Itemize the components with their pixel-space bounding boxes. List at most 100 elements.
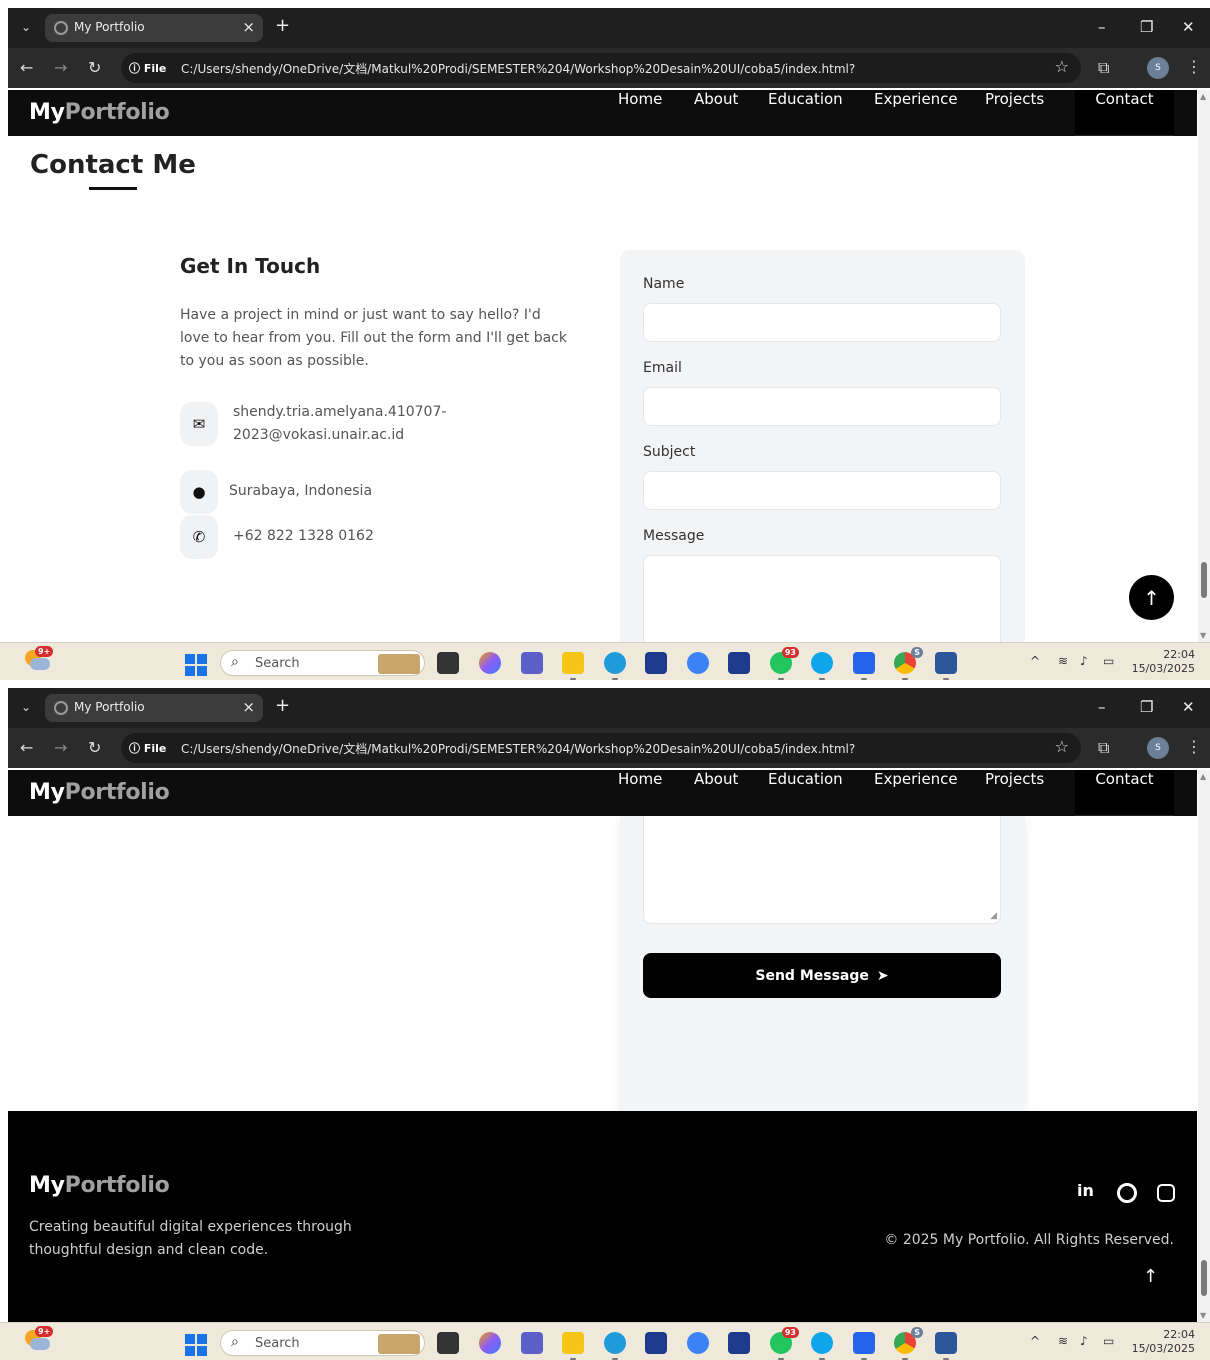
- site-logo[interactable]: MyPortfolio: [29, 100, 170, 125]
- nav-education[interactable]: Education: [768, 90, 843, 136]
- teams-icon[interactable]: [521, 1332, 543, 1354]
- app-icon[interactable]: [687, 652, 709, 674]
- minimize-icon[interactable]: –: [1098, 16, 1106, 38]
- wifi-icon[interactable]: ≋: [1058, 1334, 1068, 1348]
- battery-icon[interactable]: ▭: [1103, 1334, 1114, 1348]
- nav-projects[interactable]: Projects: [985, 90, 1044, 136]
- weather-widget-icon[interactable]: 9+: [25, 646, 54, 672]
- windows-start-icon[interactable]: [185, 654, 207, 676]
- scroll-thumb[interactable]: [1201, 562, 1207, 598]
- instagram-icon[interactable]: [1157, 1184, 1175, 1202]
- subject-input[interactable]: [643, 471, 1001, 510]
- tab-search-chevron-icon[interactable]: ⌄: [18, 19, 34, 35]
- tray-chevron-icon[interactable]: ^: [1030, 1334, 1040, 1348]
- tab-close-icon[interactable]: ×: [242, 698, 255, 716]
- file-explorer-icon[interactable]: [562, 1332, 584, 1360]
- vscode-icon[interactable]: [853, 1332, 875, 1360]
- taskbar-search[interactable]: ⌕ Search: [220, 650, 425, 676]
- linkedin-icon[interactable]: in: [1077, 1181, 1094, 1200]
- extensions-icon[interactable]: ⧉: [1098, 738, 1109, 758]
- nav-education[interactable]: Education: [768, 770, 843, 816]
- send-message-button[interactable]: Send Message ➤: [643, 953, 1001, 998]
- url-text[interactable]: C:/Users/shendy/OneDrive/文档/Matkul%20Pro…: [181, 60, 855, 77]
- page-scrollbar[interactable]: ▲ ▼: [1198, 90, 1210, 642]
- teams-icon[interactable]: [521, 652, 543, 674]
- whatsapp-icon[interactable]: 93: [770, 647, 799, 680]
- star-icon[interactable]: ☆: [1055, 57, 1069, 76]
- scroll-thumb[interactable]: [1201, 1260, 1207, 1296]
- edge-icon[interactable]: [604, 1332, 626, 1360]
- profile-avatar[interactable]: S: [1147, 57, 1169, 79]
- restore-icon[interactable]: ❐: [1140, 16, 1153, 38]
- copilot-icon[interactable]: [479, 652, 501, 674]
- file-explorer-icon[interactable]: [562, 652, 584, 680]
- word-icon[interactable]: [935, 652, 957, 680]
- reload-icon[interactable]: ↻: [88, 738, 101, 758]
- app-icon[interactable]: [687, 1332, 709, 1354]
- footer-logo[interactable]: MyPortfolio: [29, 1173, 170, 1198]
- nav-experience[interactable]: Experience: [874, 770, 958, 816]
- file-info-label[interactable]: ⓘ File: [129, 740, 166, 756]
- cloud-app-icon[interactable]: [811, 1332, 833, 1360]
- l-app-icon[interactable]: [728, 1332, 750, 1354]
- weather-widget-icon[interactable]: 9+: [25, 1326, 54, 1352]
- taskbar-search[interactable]: ⌕ Search: [220, 1330, 425, 1356]
- l-app-icon[interactable]: [728, 652, 750, 674]
- chrome-icon[interactable]: S: [894, 647, 923, 680]
- name-input[interactable]: [643, 303, 1001, 342]
- wifi-icon[interactable]: ≋: [1058, 654, 1068, 668]
- chrome-icon[interactable]: S: [894, 1327, 923, 1360]
- page-scrollbar[interactable]: ▲ ▼: [1198, 770, 1210, 1322]
- scroll-up-arrow-icon[interactable]: ▲: [1200, 92, 1206, 101]
- new-tab-button[interactable]: +: [275, 696, 290, 716]
- message-textarea[interactable]: ◢: [643, 816, 1001, 924]
- minimize-icon[interactable]: –: [1098, 696, 1106, 718]
- arrow-up-icon[interactable]: ↑: [1143, 1266, 1158, 1287]
- tab-close-icon[interactable]: ×: [242, 18, 255, 36]
- new-tab-button[interactable]: +: [275, 16, 290, 36]
- more-menu-icon[interactable]: ⋮: [1186, 57, 1202, 76]
- clock[interactable]: 22:04 15/03/2025: [1131, 1328, 1195, 1356]
- nav-home[interactable]: Home: [618, 90, 662, 136]
- url-field[interactable]: ⓘ File C:/Users/shendy/OneDrive/文档/Matku…: [121, 733, 1081, 763]
- scroll-down-arrow-icon[interactable]: ▼: [1200, 631, 1206, 640]
- volume-icon[interactable]: ♪: [1080, 1334, 1088, 1348]
- store-icon[interactable]: [645, 1332, 667, 1354]
- nav-contact[interactable]: Contact: [1075, 770, 1174, 816]
- nav-projects[interactable]: Projects: [985, 770, 1044, 816]
- nav-about[interactable]: About: [694, 770, 738, 816]
- whatsapp-icon[interactable]: 93: [770, 1327, 799, 1360]
- forward-icon[interactable]: →: [54, 58, 67, 78]
- forward-icon[interactable]: →: [54, 738, 67, 758]
- browser-tab[interactable]: My Portfolio ×: [45, 694, 263, 722]
- browser-tab[interactable]: My Portfolio ×: [45, 14, 263, 42]
- reload-icon[interactable]: ↻: [88, 58, 101, 78]
- tray-chevron-icon[interactable]: ^: [1030, 654, 1040, 668]
- scroll-up-arrow-icon[interactable]: ▲: [1200, 772, 1206, 781]
- restore-icon[interactable]: ❐: [1140, 696, 1153, 718]
- profile-avatar[interactable]: S: [1147, 737, 1169, 759]
- url-field[interactable]: ⓘ File C:/Users/shendy/OneDrive/文档/Matku…: [121, 53, 1081, 83]
- file-info-label[interactable]: ⓘ File: [129, 60, 166, 76]
- github-icon[interactable]: [1117, 1183, 1137, 1203]
- back-icon[interactable]: ←: [20, 58, 33, 78]
- scroll-down-arrow-icon[interactable]: ▼: [1200, 1311, 1206, 1320]
- site-logo[interactable]: MyPortfolio: [29, 780, 170, 805]
- clock[interactable]: 22:04 15/03/2025: [1131, 648, 1195, 676]
- url-text[interactable]: C:/Users/shendy/OneDrive/文档/Matkul%20Pro…: [181, 740, 855, 757]
- back-to-top-button[interactable]: ↑: [1129, 575, 1174, 620]
- volume-icon[interactable]: ♪: [1080, 654, 1088, 668]
- task-view-icon[interactable]: [437, 652, 459, 674]
- cloud-app-icon[interactable]: [811, 652, 833, 680]
- store-icon[interactable]: [645, 652, 667, 674]
- tab-search-chevron-icon[interactable]: ⌄: [18, 699, 34, 715]
- nav-home[interactable]: Home: [618, 770, 662, 816]
- task-view-icon[interactable]: [437, 1332, 459, 1354]
- windows-start-icon[interactable]: [185, 1334, 207, 1356]
- close-window-icon[interactable]: ✕: [1182, 16, 1195, 38]
- edge-icon[interactable]: [604, 652, 626, 680]
- extensions-icon[interactable]: ⧉: [1098, 58, 1109, 78]
- nav-experience[interactable]: Experience: [874, 90, 958, 136]
- resize-grip-icon[interactable]: ◢: [990, 911, 997, 921]
- email-input[interactable]: [643, 387, 1001, 426]
